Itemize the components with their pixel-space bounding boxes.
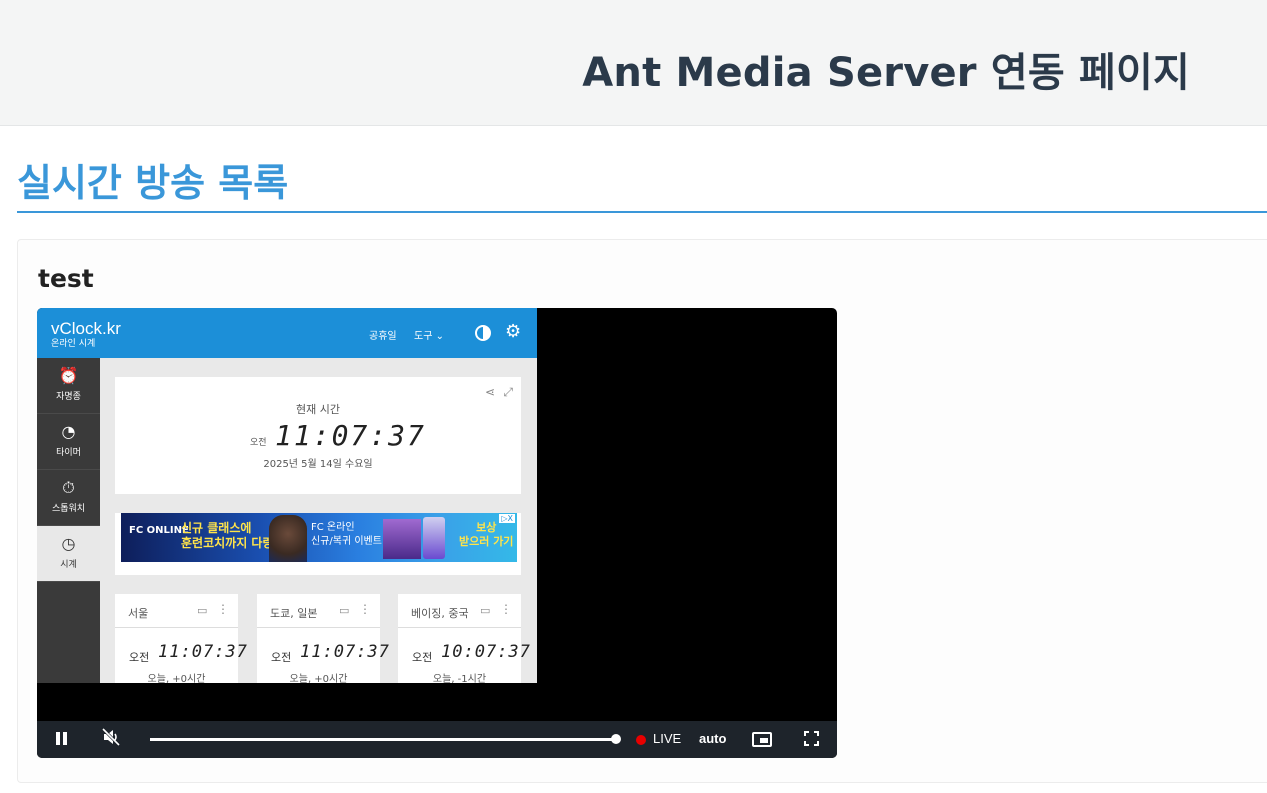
frame-nav-label: 자명종: [56, 392, 81, 402]
ad-line: 보상: [476, 521, 497, 534]
ad-event: FC 온라인 신규/복귀 이벤트: [311, 521, 382, 549]
frame-menu-holidays: 공휴일: [369, 331, 397, 342]
frame-nav-label: 타이머: [56, 448, 81, 458]
pip-button[interactable]: [752, 732, 772, 747]
pause-icon: [56, 732, 60, 745]
city-time: 10:07:37: [441, 642, 531, 662]
clock-ampm: 오전: [250, 438, 267, 448]
clock-time: 11:07:37: [275, 419, 426, 452]
frame-subtitle: 온라인 시계: [51, 339, 96, 349]
section-title: 실시간 방송 목록: [17, 161, 289, 205]
frame-clock-card: ⋖ ⤢ 현재 시간 오전 11:07:37 2025년 5월 14일 수요일: [115, 377, 521, 494]
frame-sidebar: ⏰ 자명종 ◔ 타이머 ⏱ 스톱워치 ◷ 시계: [37, 358, 100, 683]
ad-close-icon: ▷X: [499, 514, 515, 523]
ad-card-image: [423, 517, 445, 559]
pause-button[interactable]: [55, 731, 69, 747]
ad-cta: 보상 받으러 가기: [459, 521, 513, 549]
frame-nav-alarm: ⏰ 자명종: [37, 358, 100, 414]
city-name: 도쿄, 일본: [270, 607, 318, 620]
city-ampm: 오전: [271, 651, 292, 664]
contrast-icon: [475, 325, 491, 341]
pip-icon: [760, 738, 768, 743]
video-player[interactable]: vClock.kr 온라인 시계 공휴일 도구 ⌄ ⚙ ⏰ 자명종 ◔ 타이머 …: [37, 308, 837, 758]
city-offset: 오늘, +0시간: [147, 674, 206, 685]
frame-nav-label: 스톱워치: [51, 504, 86, 514]
mute-button[interactable]: [101, 727, 121, 752]
frame-nav-stopwatch: ⏱ 스톱워치: [37, 470, 100, 526]
ad-line: 받으러 가기: [459, 535, 514, 548]
fullscreen-button[interactable]: [804, 731, 819, 746]
city-name: 서울: [128, 607, 149, 620]
monitor-icon: ▭: [197, 604, 208, 617]
city-card-header: 도쿄, 일본 ▭ ⋮: [257, 594, 380, 628]
expand-icon: ⤢: [503, 385, 513, 399]
ad-line: 신규 클래스에: [181, 521, 252, 535]
ad-headline: 신규 클래스에 훈련코치까지 다량?: [181, 521, 280, 551]
city-card-header: 서울 ▭ ⋮: [115, 594, 238, 628]
more-icon: ⋮: [500, 602, 512, 616]
alarm-clock-icon: ⏰: [58, 366, 79, 385]
ad-line: 훈련코치까지 다량?: [181, 536, 281, 550]
more-icon: ⋮: [359, 602, 371, 616]
ad-line: FC 온라인: [311, 522, 355, 533]
live-indicator-icon: [636, 735, 646, 745]
city-card-seoul: 서울 ▭ ⋮ 오전 11:07:37 오늘, +0시간: [115, 594, 247, 685]
monitor-icon: ▭: [480, 604, 491, 617]
frame-topbar: vClock.kr 온라인 시계 공휴일 도구 ⌄ ⚙: [37, 308, 537, 358]
share-icon: ⋖: [484, 385, 495, 399]
ad-banner: FC ONLINE 신규 클래스에 훈련코치까지 다량? FC 온라인 신규/복…: [121, 513, 517, 562]
ad-line: 신규/복귀 이벤트: [311, 536, 382, 547]
frame-menu-tools: 도구 ⌄: [414, 331, 444, 342]
city-ampm: 오전: [129, 651, 150, 664]
progress-bar[interactable]: [150, 738, 616, 741]
progress-thumb[interactable]: [611, 734, 621, 744]
ad-brand: FC ONLINE: [129, 525, 189, 536]
page-header: Ant Media Server 연동 페이지: [0, 0, 1267, 126]
quality-button[interactable]: auto: [699, 731, 726, 746]
city-card-header: 베이징, 중국 ▭ ⋮: [398, 594, 521, 628]
clock-icon: ◷: [61, 534, 76, 553]
fullscreen-icon: [814, 731, 819, 736]
ad-card-image: [383, 519, 421, 559]
monitor-icon: ▭: [339, 604, 350, 617]
section-divider: [17, 211, 1267, 213]
live-label[interactable]: LIVE: [653, 731, 681, 746]
city-name: 베이징, 중국: [411, 607, 469, 620]
city-card-tokyo: 도쿄, 일본 ▭ ⋮ 오전 11:07:37 오늘, +0시간: [257, 594, 389, 685]
fullscreen-icon: [814, 741, 819, 746]
muted-speaker-icon: [101, 727, 121, 747]
pause-icon: [63, 732, 67, 745]
page-title: Ant Media Server 연동 페이지: [582, 50, 1190, 96]
city-time: 11:07:37: [158, 642, 248, 662]
timer-icon: ◔: [61, 422, 76, 441]
stopwatch-icon: ⏱: [62, 478, 75, 497]
city-offset: 오늘, +0시간: [289, 674, 348, 685]
clock-label: 현재 시간: [296, 403, 340, 416]
ad-player-image: [269, 515, 307, 562]
fullscreen-icon: [804, 741, 809, 746]
gear-icon: ⚙: [505, 321, 522, 342]
more-icon: ⋮: [217, 602, 229, 616]
city-card-beijing: 베이징, 중국 ▭ ⋮ 오전 10:07:37 오늘, -1시간: [398, 594, 530, 685]
frame-nav-label: 시계: [60, 560, 77, 570]
player-controls: LIVE auto: [37, 721, 837, 758]
stream-name: test: [38, 264, 94, 293]
city-ampm: 오전: [412, 651, 433, 664]
fullscreen-icon: [804, 731, 809, 736]
frame-ad: FC ONLINE 신규 클래스에 훈련코치까지 다량? FC 온라인 신규/복…: [115, 513, 521, 575]
city-time: 11:07:37: [300, 642, 390, 662]
frame-nav-timer: ◔ 타이머: [37, 414, 100, 470]
frame-nav-clock: ◷ 시계: [37, 526, 100, 582]
city-offset: 오늘, -1시간: [432, 674, 487, 685]
clock-date: 2025년 5월 14일 수요일: [263, 459, 373, 470]
